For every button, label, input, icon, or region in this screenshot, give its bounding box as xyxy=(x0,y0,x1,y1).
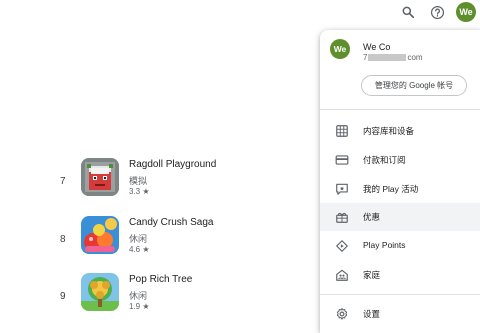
menu-item-library[interactable]: 内容库和设备 xyxy=(320,117,480,145)
top-bar: We xyxy=(0,0,480,24)
help-button[interactable] xyxy=(427,2,447,22)
app-icon xyxy=(81,158,119,196)
menu-item-label: 家庭 xyxy=(363,270,381,280)
app-rating: 3.3 ★ xyxy=(129,187,150,196)
settings-icon xyxy=(336,307,348,320)
menu-item-payments[interactable]: 付款和订阅 xyxy=(320,146,480,174)
account-email: 7 com xyxy=(363,53,423,62)
app-title: Candy Crush Saga xyxy=(129,217,214,228)
library-icon xyxy=(336,125,348,137)
menu-item-play-activity[interactable]: 我的 Play 活动 xyxy=(320,175,480,203)
app-rank: 7 xyxy=(60,176,66,187)
app-rating: 1.9 ★ xyxy=(129,302,150,311)
menu-divider xyxy=(320,294,480,295)
app-category: 休闲 xyxy=(129,234,148,244)
list-item[interactable]: 8 Candy Crush Saga 休闲 4.6 ★ xyxy=(60,210,300,258)
search-button[interactable] xyxy=(398,2,418,22)
payment-card-icon xyxy=(335,155,349,165)
family-icon xyxy=(336,269,348,281)
app-title: Pop Rich Tree xyxy=(129,274,193,285)
menu-avatar-initials: We xyxy=(333,44,347,54)
menu-divider xyxy=(320,109,480,110)
app-category: 模拟 xyxy=(129,176,148,186)
app-category: 休闲 xyxy=(129,291,148,301)
menu-item-label: 付款和订阅 xyxy=(363,155,406,165)
menu-item-label: 设置 xyxy=(363,309,381,319)
menu-item-settings[interactable]: 设置 xyxy=(320,300,480,328)
avatar-initials: We xyxy=(459,7,473,17)
play-activity-icon xyxy=(336,183,348,195)
menu-item-label: Play Points xyxy=(363,240,406,250)
app-rating: 4.6 ★ xyxy=(129,245,150,254)
list-item[interactable]: 7 Ragdoll Playground 模拟 3.3 ★ xyxy=(60,152,300,200)
offers-icon xyxy=(336,212,348,223)
search-icon xyxy=(402,6,415,19)
account-menu: We We Co 7 com 管理您的 Google 帐号 内容库和设备 付款和订… xyxy=(320,30,480,333)
app-icon xyxy=(81,216,119,254)
email-prefix: 7 xyxy=(363,53,368,62)
app-rank: 9 xyxy=(60,291,66,302)
menu-item-offers[interactable]: 优惠 xyxy=(320,203,480,231)
menu-item-label: 优惠 xyxy=(363,212,381,222)
email-suffix: com xyxy=(407,53,423,62)
menu-avatar: We xyxy=(330,39,350,59)
menu-item-label: 我的 Play 活动 xyxy=(363,184,419,194)
menu-item-label: 内容库和设备 xyxy=(363,126,415,136)
app-icon xyxy=(81,273,119,311)
menu-item-play-points[interactable]: Play Points xyxy=(320,232,480,260)
app-title: Ragdoll Playground xyxy=(129,159,217,170)
play-points-icon xyxy=(336,240,348,252)
app-rank: 8 xyxy=(60,234,66,245)
help-icon xyxy=(430,5,444,19)
account-avatar[interactable]: We xyxy=(456,2,476,22)
account-name: We Co xyxy=(363,42,391,52)
list-item[interactable]: 9 Pop Rich Tree 休闲 1.9 ★ xyxy=(60,267,300,315)
menu-item-family[interactable]: 家庭 xyxy=(320,261,480,289)
redacted-email-block xyxy=(368,54,407,62)
manage-account-button[interactable]: 管理您的 Google 帐号 xyxy=(361,75,467,96)
